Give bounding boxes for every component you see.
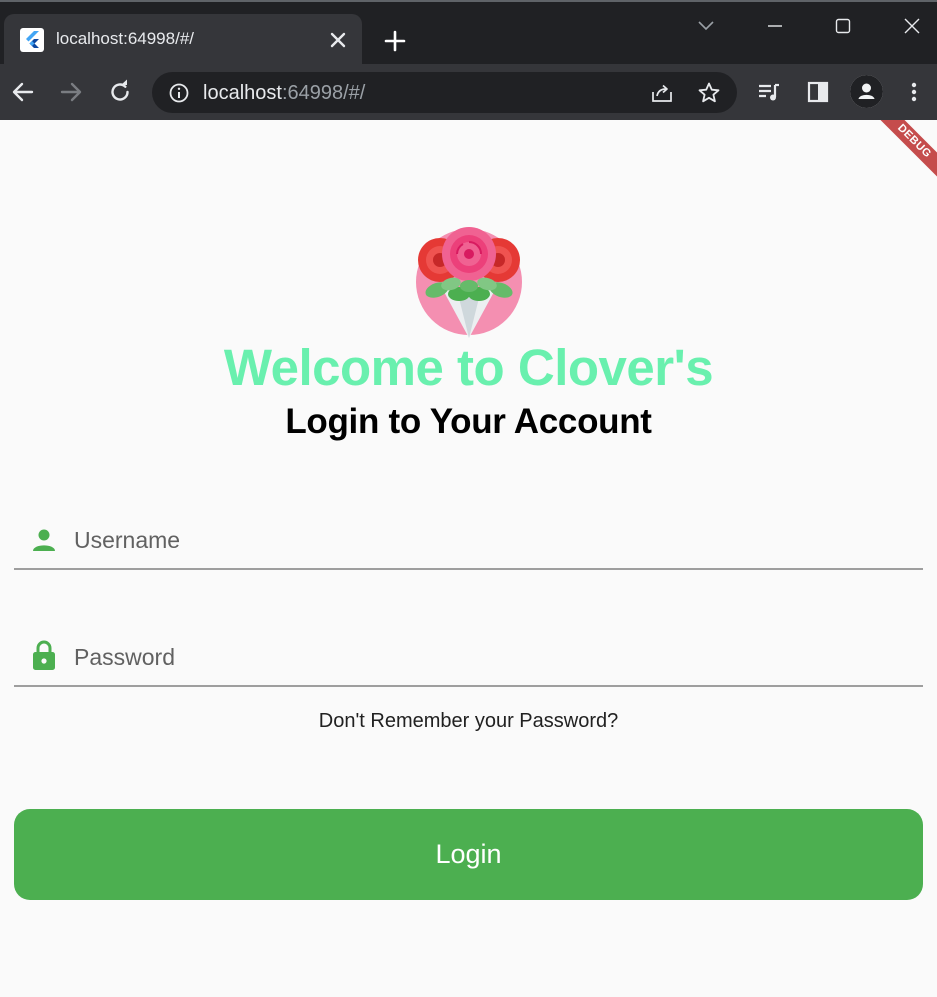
- minimize-icon[interactable]: [761, 12, 789, 40]
- close-window-icon[interactable]: [898, 12, 926, 40]
- password-input[interactable]: [74, 637, 894, 677]
- browser-titlebar: localhost:64998/#/: [0, 0, 937, 66]
- maximize-icon[interactable]: [829, 12, 857, 40]
- new-tab-icon[interactable]: [381, 27, 409, 55]
- password-field[interactable]: [14, 615, 923, 687]
- address-bar[interactable]: localhost:64998/#/: [152, 72, 737, 113]
- login-subtitle: Login to Your Account: [285, 402, 652, 441]
- reload-icon[interactable]: [106, 78, 134, 106]
- forgot-password-link[interactable]: Don't Remember your Password?: [0, 710, 937, 733]
- tab-title: localhost:64998/#/: [56, 29, 194, 48]
- welcome-title: Welcome to Clover's: [223, 339, 714, 396]
- username-field[interactable]: [14, 498, 923, 570]
- share-icon[interactable]: [649, 80, 675, 106]
- profile-icon[interactable]: [850, 75, 883, 108]
- app-page: DEBUG Welcome to Clover's Login to Your …: [0, 120, 937, 997]
- rose-bouquet-icon: [413, 224, 525, 340]
- star-icon[interactable]: [696, 80, 722, 106]
- login-button[interactable]: Login: [14, 809, 923, 900]
- back-arrow-icon[interactable]: [9, 78, 37, 106]
- info-icon[interactable]: [167, 81, 191, 105]
- tab-search-icon[interactable]: [692, 12, 720, 40]
- media-queue-icon[interactable]: [755, 78, 783, 106]
- debug-banner: DEBUG: [865, 120, 937, 190]
- kebab-menu-icon[interactable]: [900, 78, 928, 106]
- side-panel-icon[interactable]: [804, 78, 832, 106]
- forward-arrow-icon[interactable]: [57, 78, 85, 106]
- browser-tab[interactable]: localhost:64998/#/: [4, 14, 362, 66]
- flutter-icon: [20, 28, 44, 52]
- close-tab-icon[interactable]: [326, 28, 350, 52]
- address-url[interactable]: localhost:64998/#/: [203, 82, 365, 105]
- person-icon: [30, 526, 58, 554]
- username-input[interactable]: [74, 520, 894, 560]
- lock-icon: [30, 638, 58, 670]
- browser-toolbar: localhost:64998/#/: [0, 64, 937, 120]
